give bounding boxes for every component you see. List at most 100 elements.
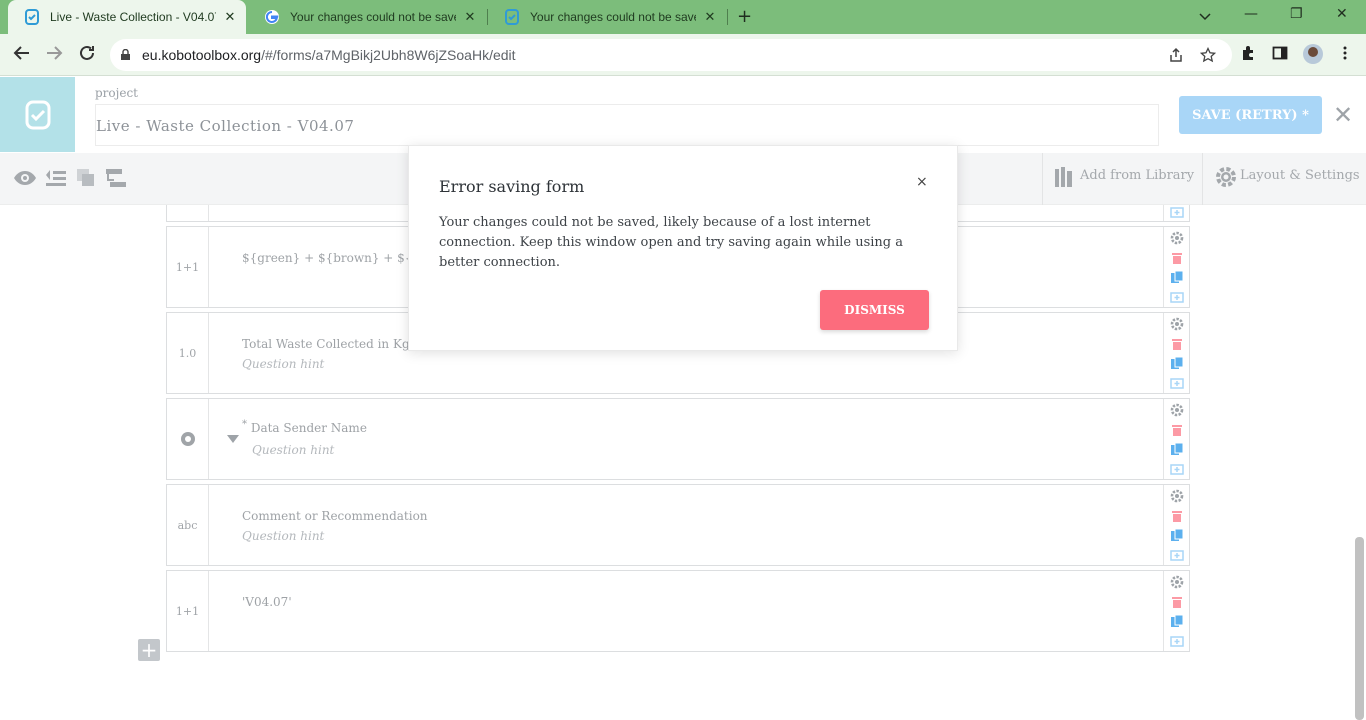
bookmark-star-icon[interactable] [1200, 47, 1216, 63]
gear-icon[interactable] [1214, 165, 1238, 189]
duplicate-icon[interactable] [1170, 442, 1184, 456]
preview-eye-icon[interactable] [13, 166, 37, 190]
delete-trash-icon[interactable] [1170, 595, 1184, 609]
required-mark: * [242, 419, 247, 430]
question-type-calculate: 1+1 [167, 227, 209, 307]
add-below-icon[interactable] [1170, 376, 1184, 390]
url-host: eu.kobotoolbox.org [142, 47, 262, 63]
forward-icon[interactable] [44, 43, 64, 63]
scrollbar-thumb[interactable] [1355, 537, 1364, 720]
question-type-cell [167, 205, 209, 221]
add-below-icon[interactable] [1170, 205, 1184, 219]
delete-trash-icon[interactable] [1170, 337, 1184, 351]
browser-menu-icon[interactable] [1337, 45, 1353, 61]
restore-button[interactable]: ❐ [1290, 6, 1303, 22]
question-actions [1163, 399, 1189, 479]
question-label[interactable]: Comment or Recommendation [242, 509, 428, 523]
lock-icon [121, 49, 130, 60]
tab-close-icon[interactable]: ✕ [702, 9, 718, 25]
question-label-text: Data Sender Name [250, 421, 367, 435]
tab-close-icon[interactable]: ✕ [222, 9, 238, 25]
add-below-icon[interactable] [1170, 462, 1184, 476]
settings-gear-icon[interactable] [1170, 489, 1184, 503]
skip-logic-icon[interactable] [104, 166, 128, 190]
url-path: /#/forms/a7MgBikj2Ubh8W6jZSoaHk/edit [261, 47, 516, 63]
question-actions [1163, 227, 1189, 307]
duplicate-icon[interactable] [1170, 356, 1184, 370]
question-actions [1163, 571, 1189, 651]
toolbar-divider [1202, 153, 1203, 205]
expand-caret-icon[interactable] [227, 435, 239, 443]
profile-avatar[interactable] [1303, 44, 1323, 64]
kobo-icon [25, 9, 39, 25]
add-below-icon[interactable] [1170, 290, 1184, 304]
question-row[interactable]: * Data Sender Name Question hint [166, 398, 1190, 480]
delete-trash-icon[interactable] [1170, 509, 1184, 523]
save-button[interactable]: SAVE (RETRY) * [1179, 96, 1322, 134]
kobo-icon [505, 9, 519, 25]
question-row[interactable]: abc Comment or Recommendation Question h… [166, 484, 1190, 566]
url-text: eu.kobotoolbox.org/#/forms/a7MgBikj2Ubh8… [142, 47, 516, 63]
question-row[interactable]: 1+1 'V04.07' [166, 570, 1190, 652]
new-tab-button[interactable]: + [737, 7, 752, 27]
settings-gear-icon[interactable] [1170, 575, 1184, 589]
modal-close-icon[interactable]: × [916, 174, 928, 190]
question-type-select-one [167, 399, 209, 479]
side-panel-icon[interactable] [1272, 45, 1288, 61]
settings-gear-icon[interactable] [1170, 317, 1184, 331]
kobo-logo[interactable] [0, 77, 75, 152]
browser-tab-active[interactable]: Live - Waste Collection - V04.07 ✕ [8, 0, 246, 34]
delete-trash-icon[interactable] [1170, 423, 1184, 437]
question-actions [1163, 485, 1189, 565]
question-label[interactable]: Total Waste Collected in Kg [242, 337, 410, 351]
tab-search-icon[interactable] [1198, 9, 1212, 23]
library-icon[interactable] [1053, 165, 1075, 189]
back-icon[interactable] [12, 43, 32, 63]
url-bar[interactable]: eu.kobotoolbox.org/#/forms/a7MgBikj2Ubh8… [110, 39, 1232, 71]
question-type-calculate: 1+1 [167, 571, 209, 651]
reload-icon[interactable] [77, 43, 97, 63]
question-hint[interactable]: Question hint [242, 357, 324, 371]
duplicate-icon[interactable] [1170, 528, 1184, 542]
address-bar-row: eu.kobotoolbox.org/#/forms/a7MgBikj2Ubh8… [0, 34, 1366, 76]
question-label[interactable]: 'V04.07' [242, 595, 292, 609]
project-name-input[interactable]: Live - Waste Collection - V04.07 [95, 104, 1159, 146]
extensions-icon[interactable] [1240, 45, 1256, 61]
question-label[interactable]: * Data Sender Name [242, 419, 367, 435]
collapse-questions-icon[interactable] [44, 166, 68, 190]
delete-trash-icon[interactable] [1170, 251, 1184, 265]
question-type-decimal: 1.0 [167, 313, 209, 393]
question-hint[interactable]: Question hint [252, 443, 334, 457]
browser-tab[interactable]: Your changes could not be saved ✕ [248, 0, 486, 34]
modal-title: Error saving form [439, 177, 585, 196]
share-icon[interactable] [1168, 47, 1184, 63]
question-type-text: abc [167, 485, 209, 565]
google-icon [265, 10, 279, 24]
browser-tab[interactable]: Your changes could not be saved ✕ [488, 0, 726, 34]
close-icon[interactable]: ✕ [1333, 101, 1353, 129]
toolbar-divider [1042, 153, 1043, 205]
duplicate-icon[interactable] [1170, 270, 1184, 284]
settings-gear-icon[interactable] [1170, 403, 1184, 417]
browser-tab-title: Your changes could not be saved [290, 10, 456, 24]
modal-message: Your changes could not be saved, likely … [439, 215, 903, 270]
project-label: project [95, 86, 139, 100]
tab-close-icon[interactable]: ✕ [462, 9, 478, 25]
question-actions [1163, 205, 1189, 221]
layout-settings-button[interactable]: Layout & Settings [1240, 168, 1360, 183]
question-actions [1163, 313, 1189, 393]
tab-divider [727, 9, 728, 25]
duplicate-icon[interactable] [1170, 614, 1184, 628]
radio-button-icon [180, 432, 195, 446]
add-below-icon[interactable] [1170, 548, 1184, 562]
group-questions-icon[interactable] [74, 166, 98, 190]
add-from-library-button[interactable]: Add from Library [1080, 168, 1194, 183]
browser-tab-title: Live - Waste Collection - V04.07 [50, 10, 216, 24]
minimize-button[interactable]: — [1244, 6, 1258, 22]
window-close-button[interactable]: ✕ [1336, 6, 1348, 22]
dismiss-button[interactable]: DISMISS [820, 290, 929, 330]
add-below-icon[interactable] [1170, 634, 1184, 648]
question-hint[interactable]: Question hint [242, 529, 324, 543]
settings-gear-icon[interactable] [1170, 231, 1184, 245]
add-question-button[interactable]: + [138, 639, 160, 661]
